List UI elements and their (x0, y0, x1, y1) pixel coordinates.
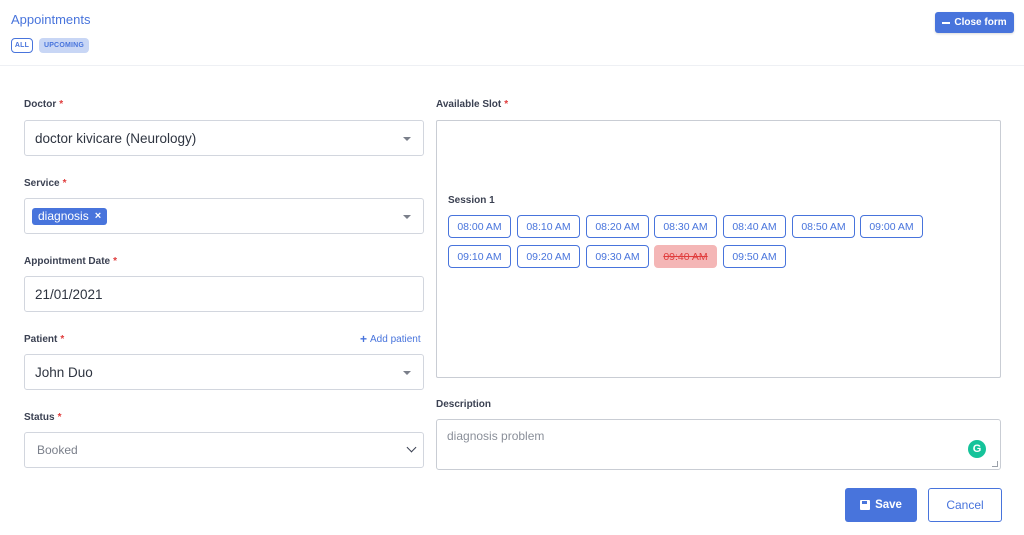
chevron-down-icon (406, 442, 417, 453)
patient-value: John Duo (35, 364, 93, 380)
status-label: Status * (24, 412, 61, 423)
status-label-text: Status (24, 412, 55, 423)
doctor-select[interactable]: doctor kivicare (Neurology) (24, 120, 424, 156)
required-mark: * (504, 99, 509, 110)
slot-button[interactable]: 08:20 AM (586, 215, 649, 238)
available-slot-label-text: Available Slot (436, 99, 502, 110)
service-multiselect[interactable]: diagnosis × (24, 198, 424, 234)
slot-button[interactable]: 08:50 AM (792, 215, 855, 238)
tab-all[interactable]: ALL (11, 38, 33, 53)
available-slot-label: Available Slot * (436, 99, 508, 110)
grammarly-icon[interactable]: G (968, 440, 986, 458)
required-mark: * (60, 334, 65, 345)
page-header: Appointments ALL UPCOMING Close form (0, 0, 1024, 66)
patient-label: Patient * (24, 334, 64, 345)
required-mark: * (62, 178, 67, 189)
caret-down-icon (403, 371, 411, 375)
patient-select[interactable]: John Duo (24, 354, 424, 390)
save-button[interactable]: Save (845, 488, 917, 522)
service-chip-label: diagnosis (38, 209, 89, 223)
page-title: Appointments (11, 12, 91, 27)
doctor-label: Doctor * (24, 99, 63, 110)
save-icon (860, 500, 871, 510)
service-label-text: Service (24, 178, 60, 189)
required-mark: * (59, 99, 64, 110)
slot-button[interactable]: 09:00 AM (860, 215, 923, 238)
service-chip: diagnosis × (32, 207, 108, 225)
slot-button[interactable]: 08:00 AM (448, 215, 511, 238)
tab-upcoming[interactable]: UPCOMING (39, 38, 89, 53)
close-form-label: Close form (954, 17, 1007, 28)
slot-button[interactable]: 09:50 AM (723, 245, 786, 268)
slot-button[interactable]: 08:10 AM (517, 215, 580, 238)
service-label: Service * (24, 178, 67, 189)
appointment-date-label: Appointment Date * (24, 256, 117, 267)
plus-icon: + (360, 332, 368, 346)
chip-remove-icon[interactable]: × (95, 210, 101, 222)
caret-down-icon (403, 215, 411, 219)
appointment-date-label-text: Appointment Date (24, 256, 111, 267)
add-patient-label: Add patient (370, 333, 421, 345)
session-label: Session 1 (448, 195, 495, 206)
required-mark: * (57, 412, 62, 423)
minus-icon (942, 21, 951, 24)
resize-handle-icon[interactable] (992, 461, 998, 467)
required-mark: * (113, 256, 118, 267)
doctor-label-text: Doctor (24, 99, 57, 110)
appointment-date-input[interactable]: 21/01/2021 (24, 276, 424, 312)
slot-button[interactable]: 09:30 AM (586, 245, 649, 268)
description-textarea[interactable]: diagnosis problem G (436, 419, 1001, 470)
slot-button[interactable]: 09:10 AM (448, 245, 511, 268)
add-patient-link[interactable]: + Add patient (360, 332, 421, 346)
close-form-button[interactable]: Close form (935, 12, 1014, 33)
cancel-button[interactable]: Cancel (928, 488, 1002, 522)
caret-down-icon (403, 137, 411, 141)
appointment-date-value: 21/01/2021 (35, 286, 103, 302)
patient-label-text: Patient (24, 334, 58, 345)
save-label: Save (875, 499, 902, 511)
slot-button-booked: 09:40 AM (654, 245, 717, 268)
description-value: diagnosis problem (447, 429, 545, 443)
status-value: Booked (37, 443, 78, 457)
slot-button[interactable]: 08:30 AM (654, 215, 717, 238)
status-select[interactable]: Booked (24, 432, 424, 468)
description-label: Description (436, 399, 492, 410)
slot-button[interactable]: 09:20 AM (517, 245, 580, 268)
doctor-value: doctor kivicare (Neurology) (35, 130, 197, 146)
slot-button[interactable]: 08:40 AM (723, 215, 786, 238)
